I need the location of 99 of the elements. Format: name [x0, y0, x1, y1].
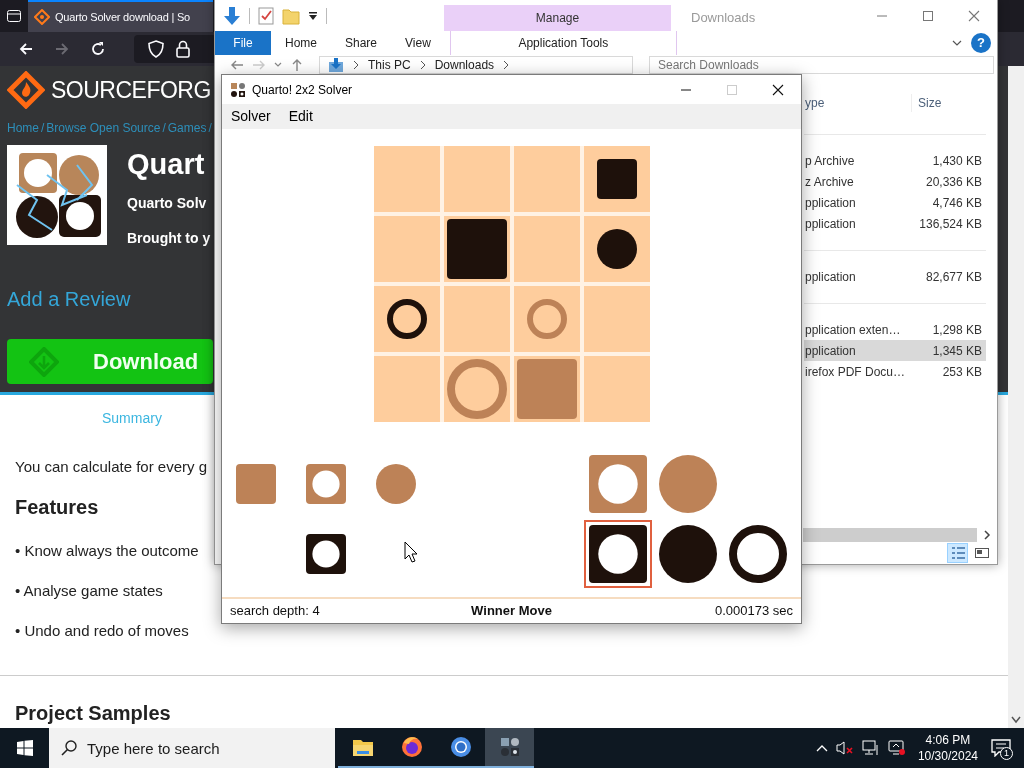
breadcrumb-chevron-icon: [502, 59, 511, 71]
file-type: pplication exten…: [804, 321, 902, 339]
path-segment[interactable]: Downloads: [434, 56, 495, 74]
notification-count: 1: [1000, 747, 1013, 760]
clock-date: 10/30/2024: [917, 748, 978, 764]
file-type: pplication: [804, 268, 857, 286]
feature-item: • Undo and redo of moves: [15, 621, 189, 641]
menu-item[interactable]: Solver: [222, 106, 280, 127]
file-size: 82,677 KB: [924, 268, 983, 286]
download-icon: [29, 346, 59, 377]
logo-icon: [7, 71, 45, 109]
taskbar-app[interactable]: [485, 728, 534, 768]
section-heading: Project Samples: [15, 701, 172, 726]
feature-item: • Know always the outcome: [15, 541, 199, 561]
breadcrumb-separator: /: [41, 121, 45, 135]
breadcrumb-separator: /: [162, 121, 166, 135]
ribbon-tab[interactable]: View: [391, 31, 445, 55]
column-header[interactable]: ype: [804, 94, 911, 112]
display-icon[interactable]: [887, 740, 906, 756]
sidebar-icon[interactable]: [6, 8, 22, 24]
project-title: Quart: [127, 147, 206, 182]
file-tab[interactable]: File: [215, 31, 271, 55]
volume-muted-icon[interactable]: [835, 740, 854, 756]
contextual-tab-header: Manage: [444, 5, 671, 31]
file-size: 1,345 KB: [931, 342, 983, 360]
file-type: pplication: [804, 194, 857, 212]
breadcrumb-chevron-icon: [352, 59, 360, 71]
lock-icon: [176, 40, 190, 58]
download-arrow-icon[interactable]: [223, 5, 241, 26]
dropdown-icon[interactable]: [308, 10, 318, 21]
board-square[interactable]: [373, 286, 440, 352]
downloads-folder-icon: [328, 57, 344, 73]
breadcrumb-link[interactable]: Browse Open Source: [46, 121, 161, 135]
scrollbar-thumb[interactable]: [803, 528, 978, 542]
circle-app-icon: [448, 735, 473, 759]
file-type: pplication: [804, 342, 857, 360]
file-type: pplication: [804, 215, 857, 233]
browser-tab[interactable]: Quarto Solver download | So: [28, 0, 213, 32]
path-segment[interactable]: This PC: [368, 56, 411, 74]
file-size: 20,336 KB: [924, 173, 983, 191]
address-bar[interactable]: [134, 35, 217, 63]
clock-time: 4:06 PM: [924, 732, 972, 748]
section-heading: Features: [15, 495, 99, 520]
ribbon-tab[interactable]: Home: [271, 31, 331, 55]
checklist-icon[interactable]: [258, 6, 274, 25]
file-size: 136,524 KB: [918, 215, 983, 233]
menu-item[interactable]: Edit: [279, 106, 322, 127]
file-row[interactable]: z Archive 20,336 KB: [804, 171, 986, 192]
mouse-pointer-icon: [404, 541, 418, 563]
window-title: Quarto! 2x2 Solver: [252, 81, 354, 99]
network-icon[interactable]: [861, 740, 880, 756]
file-row[interactable]: pplication 82,677 KB: [804, 266, 986, 287]
search-icon: [61, 740, 77, 756]
project-subtitle: Quarto Solv: [127, 194, 208, 213]
file-row[interactable]: irefox PDF Docu… 253 KB: [804, 361, 986, 382]
app-icon: [230, 81, 246, 98]
search-field[interactable]: Type here to search: [49, 728, 335, 768]
description-text: You can calculate for every g: [15, 456, 208, 477]
status-text: 0.000173 sec: [713, 602, 793, 621]
file-row[interactable]: pplication 1,345 KB: [804, 340, 986, 361]
file-size: 1,298 KB: [931, 321, 983, 339]
scroll-down-icon[interactable]: [1011, 716, 1021, 724]
search-field[interactable]: Search Downloads: [649, 56, 994, 74]
file-row[interactable]: pplication 4,746 KB: [804, 192, 986, 213]
view-toggle[interactable]: [947, 543, 968, 563]
scroll-right-icon[interactable]: [983, 530, 992, 540]
file-row[interactable]: p Archive 1,430 KB: [804, 150, 986, 171]
file-size: 4,746 KB: [931, 194, 983, 212]
file-type: irefox PDF Docu…: [804, 363, 907, 381]
site-icon: [34, 9, 50, 25]
clock[interactable]: 4:06 PM 10/30/2024: [917, 732, 978, 764]
status-text: Winner Move: [470, 602, 553, 621]
project-byline: Brought to y: [127, 229, 211, 248]
large-icons-view-icon: [973, 545, 990, 561]
shield-icon[interactable]: [148, 40, 164, 58]
file-size: 1,430 KB: [931, 152, 983, 170]
address-field[interactable]: This PC Downloads: [319, 56, 633, 74]
help-button[interactable]: ?: [971, 33, 991, 53]
browser-icon: [399, 735, 424, 759]
file-row[interactable]: pplication 136,524 KB: [804, 213, 986, 234]
file-type: p Archive: [804, 152, 856, 170]
file-row[interactable]: pplication exten… 1,298 KB: [804, 319, 986, 340]
notifications-icon[interactable]: [991, 739, 1011, 757]
board-square[interactable]: [583, 216, 650, 282]
start-icon[interactable]: [16, 740, 33, 756]
file-size: 253 KB: [941, 363, 983, 381]
window-title: Downloads: [690, 9, 757, 27]
file-type: z Archive: [804, 173, 855, 191]
reload-icon[interactable]: [89, 40, 107, 58]
review-link[interactable]: Add a Review: [7, 287, 131, 311]
column-header[interactable]: Size: [911, 94, 986, 112]
status-text: search depth: 4: [230, 602, 321, 621]
board-square[interactable]: [583, 146, 650, 212]
ribbon-tab[interactable]: Share: [331, 31, 392, 55]
feature-item: • Analyse game states: [15, 581, 163, 601]
logo-wordmark: SOURCEFORG: [51, 75, 211, 105]
breadcrumb-separator: /: [208, 121, 212, 135]
breadcrumb-chevron-icon: [418, 59, 427, 71]
details-view-icon: [949, 545, 966, 561]
